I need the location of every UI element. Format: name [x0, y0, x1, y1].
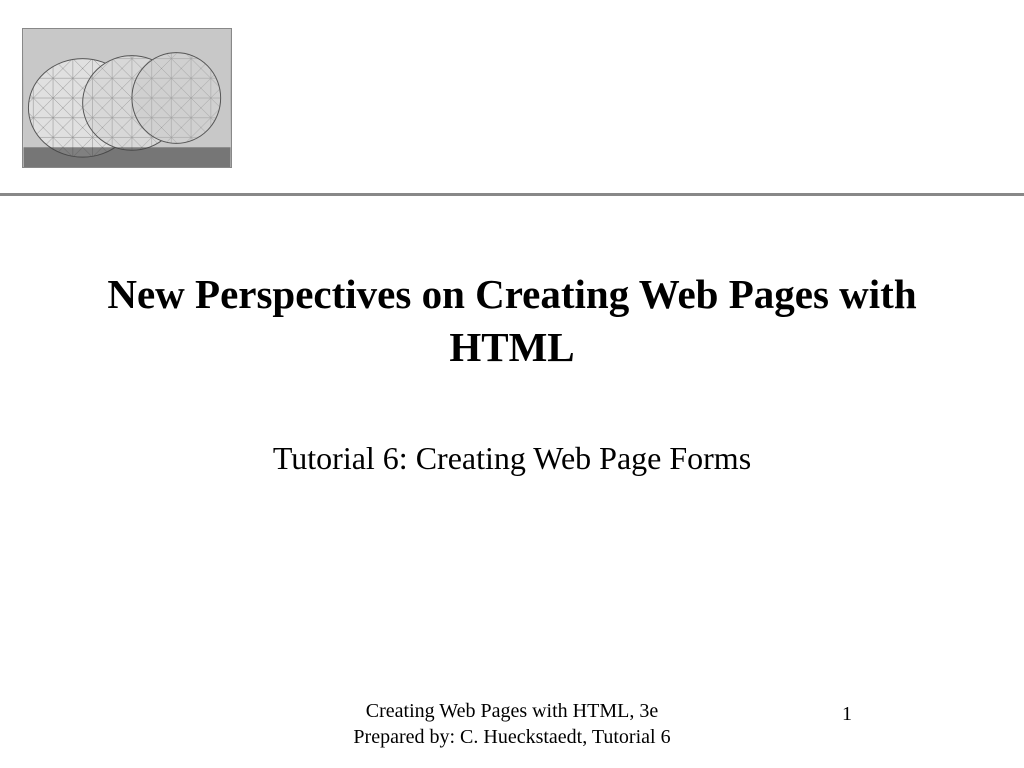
footer-line-2: Prepared by: C. Hueckstaedt, Tutorial 6: [0, 724, 1024, 750]
slide-footer: Creating Web Pages with HTML, 3e Prepare…: [0, 698, 1024, 750]
footer-line-1: Creating Web Pages with HTML, 3e: [0, 698, 1024, 724]
header-divider: [0, 193, 1024, 196]
header-image: [22, 28, 232, 168]
slide-subtitle: Tutorial 6: Creating Web Page Forms: [0, 440, 1024, 477]
page-number: 1: [842, 703, 852, 726]
slide-title: New Perspectives on Creating Web Pages w…: [0, 268, 1024, 375]
